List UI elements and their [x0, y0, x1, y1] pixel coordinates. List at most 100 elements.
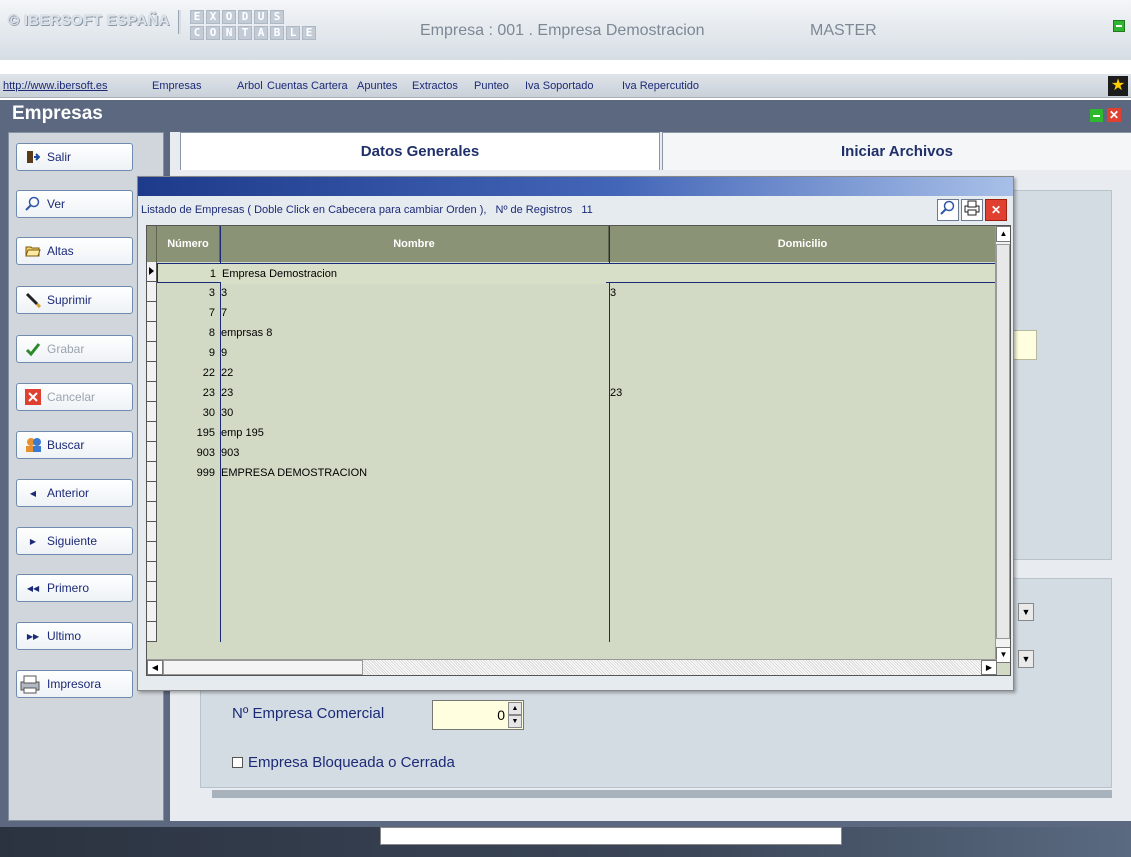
salir-button[interactable]: Salir	[16, 143, 133, 171]
row-indicator-cell	[147, 482, 157, 502]
row-indicator-cell	[147, 282, 157, 302]
bloqueada-checkbox[interactable]	[232, 757, 243, 768]
stepper-up-icon[interactable]: ▲	[508, 702, 522, 715]
cell-num: 8	[208, 327, 215, 339]
menu-item-cartera[interactable]: Cartera	[311, 80, 348, 92]
status-field	[380, 827, 842, 845]
cell-domicilio	[610, 264, 990, 284]
menu-item-apuntes[interactable]: Apuntes	[357, 80, 397, 92]
cell-num: 30	[202, 407, 215, 419]
dropdown-arrow-1[interactable]: ▼	[1018, 603, 1034, 621]
col-header-nombre[interactable]: Nombre	[220, 226, 609, 262]
menu-item-empresas[interactable]: Empresas	[152, 80, 202, 92]
folder-open-icon	[25, 243, 41, 259]
contable-letter: O	[206, 26, 220, 40]
dialog-close-icon[interactable]: ✕	[985, 199, 1007, 221]
empresa-comercial-value: 0	[497, 707, 505, 723]
cell-num: 7	[208, 307, 215, 319]
grabar-button[interactable]: Grabar	[16, 335, 133, 363]
contable-letter: B	[270, 26, 284, 40]
bloqueada-checkbox-row[interactable]: Empresa Bloqueada o Cerrada	[232, 754, 455, 771]
col-header-domicilio[interactable]: Domicilio	[609, 226, 997, 262]
hscroll-thumb[interactable]	[163, 660, 363, 675]
empresas-grid: Número Nombre Domicilio 1 Empresa Demostr…	[146, 225, 1011, 676]
cell-domicilio	[609, 403, 989, 423]
siguiente-button[interactable]: ▶ Siguiente	[16, 527, 133, 555]
ultimo-button[interactable]: ▶▶ Ultimo	[16, 622, 133, 650]
cell-nombre: EMPRESA DEMOSTRACION	[221, 467, 368, 479]
star-icon[interactable]: ★	[1108, 76, 1128, 96]
row-indicator-cell	[147, 382, 157, 402]
row-indicator-cell	[147, 582, 157, 602]
window-minimize-icon[interactable]	[1090, 109, 1103, 122]
dialog-search-icon[interactable]	[937, 199, 959, 221]
impresora-button[interactable]: Impresora	[16, 670, 133, 698]
panel-shadow	[212, 790, 1112, 798]
window-close-icon[interactable]: ✕	[1107, 108, 1121, 122]
row-indicator-column	[147, 262, 157, 642]
row-indicator-cell	[147, 522, 157, 542]
table-row[interactable]: 195 emp 195	[157, 423, 987, 443]
magnifier-icon	[25, 196, 41, 212]
menu-item-extractos[interactable]: Extractos	[412, 80, 458, 92]
table-row[interactable]: 99	[157, 343, 987, 363]
vscroll-thumb[interactable]	[996, 244, 1010, 639]
dialog-titlebar[interactable]	[138, 177, 1013, 196]
hidden-text-field[interactable]	[1012, 330, 1037, 360]
cell-num: 903	[196, 447, 215, 459]
status-bar	[0, 827, 1131, 857]
stepper-down-icon[interactable]: ▼	[508, 715, 522, 728]
cell-nombre: 3	[221, 287, 228, 299]
cancelar-button[interactable]: Cancelar	[16, 383, 133, 411]
cell-nombre: 903	[221, 447, 240, 459]
table-row[interactable]: 1 Empresa Demostracion	[157, 263, 997, 284]
table-row[interactable]: 30 30	[157, 403, 987, 423]
table-row[interactable]: 22 22	[157, 363, 987, 383]
dialog-toolbar: ✕	[937, 199, 1007, 221]
suprimir-button[interactable]: Suprimir	[16, 286, 133, 314]
window-titlebar: Empresas ✕	[0, 100, 1131, 130]
scroll-right-icon[interactable]: ▶	[981, 660, 997, 675]
exodus-letter: O	[222, 10, 236, 24]
tab-datos-generales[interactable]: Datos Generales	[180, 132, 660, 170]
primero-button[interactable]: ◀◀ Primero	[16, 574, 133, 602]
dialog-print-icon[interactable]	[961, 199, 983, 221]
contable-letter: L	[286, 26, 300, 40]
table-row[interactable]: 333	[157, 283, 987, 303]
altas-button[interactable]: Altas	[16, 237, 133, 265]
table-row[interactable]: 23 23 23	[157, 383, 987, 403]
empresa-comercial-stepper[interactable]: 0 ▲ ▼	[432, 700, 524, 730]
menu-item-punteo[interactable]: Punteo	[474, 80, 509, 92]
menu-url-link[interactable]: http://www.ibersoft.es	[3, 80, 108, 92]
menu-item-arbol[interactable]: Arbol	[237, 80, 263, 92]
vertical-scrollbar[interactable]: ▲ ▼	[995, 226, 1010, 663]
table-row[interactable]: 8 emprsas 8	[157, 323, 987, 343]
table-row[interactable]: 999 EMPRESA DEMOSTRACION	[157, 463, 987, 483]
scroll-down-icon[interactable]: ▼	[996, 647, 1010, 663]
dropdown-arrow-2[interactable]: ▼	[1018, 650, 1034, 668]
pencil-delete-icon	[25, 292, 41, 308]
table-row[interactable]: 903 903	[157, 443, 987, 463]
scroll-up-icon[interactable]: ▲	[996, 226, 1010, 242]
brand-logo: © IBERSOFT ESPAÑA	[8, 12, 170, 29]
row-indicator-cell	[147, 322, 157, 342]
table-row[interactable]: 77	[157, 303, 987, 323]
menu-item-iva-soportado[interactable]: Iva Soportado	[525, 80, 594, 92]
cell-num: 195	[196, 427, 215, 439]
menu-item-cuentas[interactable]: Cuentas	[267, 80, 308, 92]
cancel-x-icon	[25, 389, 41, 405]
horizontal-scrollbar[interactable]: ◀ ▶	[147, 659, 997, 675]
buscar-button[interactable]: Buscar	[16, 431, 133, 459]
exodus-letter: S	[270, 10, 284, 24]
ver-button[interactable]: Ver	[16, 190, 133, 218]
brand-separator	[178, 10, 181, 34]
grid-header: Número Nombre Domicilio	[147, 226, 997, 262]
exodus-letter: U	[254, 10, 268, 24]
tab-iniciar-archivos[interactable]: Iniciar Archivos	[662, 132, 1131, 170]
anterior-button[interactable]: ◀ Anterior	[16, 479, 133, 507]
cell-domicilio	[609, 423, 989, 443]
minimize-app-icon[interactable]	[1113, 20, 1125, 32]
menu-item-iva-repercutido[interactable]: Iva Repercutido	[622, 80, 699, 92]
col-header-numero[interactable]: Número	[157, 226, 220, 262]
scroll-left-icon[interactable]: ◀	[147, 660, 163, 675]
